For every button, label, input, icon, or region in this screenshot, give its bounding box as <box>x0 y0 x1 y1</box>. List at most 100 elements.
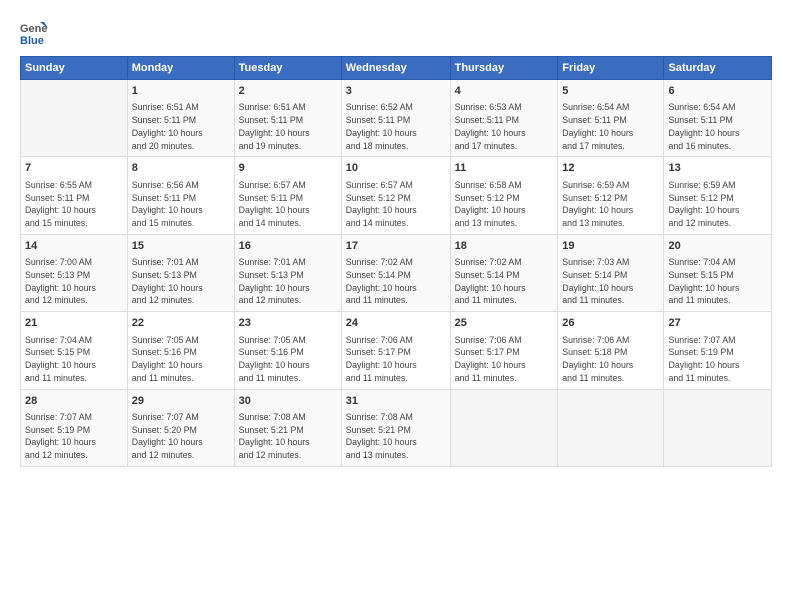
day-number: 29 <box>132 394 230 409</box>
day-number: 1 <box>132 84 230 99</box>
col-header-monday: Monday <box>127 57 234 80</box>
day-cell: 13Sunrise: 6:59 AMSunset: 5:12 PMDayligh… <box>664 157 772 234</box>
day-cell: 15Sunrise: 7:01 AMSunset: 5:13 PMDayligh… <box>127 234 234 311</box>
content-line: and 16 minutes. <box>668 140 767 153</box>
day-cell: 24 Sunrise: 7:06 AMSunset: 5:17 PMDayligh… <box>341 312 450 389</box>
day-content: Sunrise: 6:59 AMSunset: 5:12 PMDaylight:… <box>562 179 659 230</box>
day-content: Sunrise: 6:51 AMSunset: 5:11 PMDaylight:… <box>239 101 337 152</box>
content-line: Sunrise: 6:59 AM <box>668 179 767 192</box>
content-line: Daylight: 10 hours <box>346 204 446 217</box>
day-number: 3 <box>346 84 446 99</box>
day-cell: 23Sunrise: 7:05 AMSunset: 5:16 PMDayligh… <box>234 312 341 389</box>
day-number: 26 <box>562 316 659 331</box>
day-cell <box>21 80 128 157</box>
content-line: Daylight: 10 hours <box>25 282 123 295</box>
content-line: Sunrise: 6:58 AM <box>455 179 554 192</box>
day-number: 16 <box>239 239 337 254</box>
content-line: Sunset: 5:11 PM <box>668 114 767 127</box>
day-number: 9 <box>239 161 337 176</box>
content-line: Sunset: 5:21 PM <box>239 424 337 437</box>
content-line: and 11 minutes. <box>668 294 767 307</box>
content-line: Sunset: 5:11 PM <box>455 114 554 127</box>
content-line: and 15 minutes. <box>25 217 123 230</box>
day-content: Sunrise: 7:07 AMSunset: 5:19 PMDaylight:… <box>668 334 767 385</box>
day-number: 7 <box>25 161 123 176</box>
content-line: Sunrise: 7:08 AM <box>346 411 446 424</box>
day-number: 24 <box>346 316 446 331</box>
content-line: Daylight: 10 hours <box>562 127 659 140</box>
content-line: Daylight: 10 hours <box>668 204 767 217</box>
day-content: Sunrise: 7:05 AMSunset: 5:16 PMDaylight:… <box>132 334 230 385</box>
content-line: Sunrise: 7:04 AM <box>25 334 123 347</box>
day-number: 13 <box>668 161 767 176</box>
day-content: Sunrise: 7:01 AMSunset: 5:13 PMDaylight:… <box>132 256 230 307</box>
content-line: Sunrise: 7:00 AM <box>25 256 123 269</box>
day-content: Sunrise: 7:06 AMSunset: 5:18 PMDaylight:… <box>562 334 659 385</box>
day-cell: 22Sunrise: 7:05 AMSunset: 5:16 PMDayligh… <box>127 312 234 389</box>
content-line: Sunrise: 6:56 AM <box>132 179 230 192</box>
content-line: Sunrise: 6:52 AM <box>346 101 446 114</box>
content-line: Sunset: 5:16 PM <box>239 346 337 359</box>
content-line: and 11 minutes. <box>239 372 337 385</box>
day-cell: 5Sunrise: 6:54 AMSunset: 5:11 PMDaylight… <box>558 80 664 157</box>
content-line: Daylight: 10 hours <box>239 127 337 140</box>
day-content: Sunrise: 7:07 AMSunset: 5:19 PMDaylight:… <box>25 411 123 462</box>
content-line: Sunset: 5:16 PM <box>132 346 230 359</box>
day-number: 11 <box>455 161 554 176</box>
day-content: Sunrise: 7:06 AMSunset: 5:17 PMDaylight:… <box>455 334 554 385</box>
day-cell: 26 Sunrise: 7:06 AMSunset: 5:18 PMDayligh… <box>558 312 664 389</box>
day-number: 18 <box>455 239 554 254</box>
content-line: and 12 minutes. <box>25 449 123 462</box>
content-line: Sunset: 5:14 PM <box>455 269 554 282</box>
day-content: Sunrise: 7:02 AMSunset: 5:14 PMDaylight:… <box>346 256 446 307</box>
day-number: 17 <box>346 239 446 254</box>
content-line: Sunrise: 6:54 AM <box>668 101 767 114</box>
content-line: Daylight: 10 hours <box>132 204 230 217</box>
content-line: Sunset: 5:14 PM <box>562 269 659 282</box>
content-line: Sunset: 5:19 PM <box>668 346 767 359</box>
day-content: Sunrise: 6:56 AMSunset: 5:11 PMDaylight:… <box>132 179 230 230</box>
content-line: Daylight: 10 hours <box>346 436 446 449</box>
day-number: 10 <box>346 161 446 176</box>
day-cell: 17 Sunrise: 7:02 AMSunset: 5:14 PMDayligh… <box>341 234 450 311</box>
day-number: 25 <box>455 316 554 331</box>
content-line: Daylight: 10 hours <box>346 359 446 372</box>
content-line: Sunset: 5:18 PM <box>562 346 659 359</box>
day-content: Sunrise: 7:05 AMSunset: 5:16 PMDaylight:… <box>239 334 337 385</box>
day-number: 19 <box>562 239 659 254</box>
content-line: Sunrise: 7:08 AM <box>239 411 337 424</box>
content-line: Sunset: 5:11 PM <box>346 114 446 127</box>
content-line: and 17 minutes. <box>562 140 659 153</box>
day-cell: 1Sunrise: 6:51 AMSunset: 5:11 PMDaylight… <box>127 80 234 157</box>
day-content: Sunrise: 7:06 AMSunset: 5:17 PMDaylight:… <box>346 334 446 385</box>
content-line: and 15 minutes. <box>132 217 230 230</box>
content-line: Sunset: 5:11 PM <box>132 114 230 127</box>
content-line: Daylight: 10 hours <box>455 359 554 372</box>
content-line: and 19 minutes. <box>239 140 337 153</box>
day-cell: 16Sunrise: 7:01 AMSunset: 5:13 PMDayligh… <box>234 234 341 311</box>
content-line: Sunrise: 7:01 AM <box>239 256 337 269</box>
content-line: Daylight: 10 hours <box>562 359 659 372</box>
content-line: and 13 minutes. <box>346 449 446 462</box>
content-line: Daylight: 10 hours <box>346 282 446 295</box>
content-line: Sunrise: 7:03 AM <box>562 256 659 269</box>
content-line: Daylight: 10 hours <box>455 282 554 295</box>
content-line: and 11 minutes. <box>562 372 659 385</box>
day-cell: 18Sunrise: 7:02 AMSunset: 5:14 PMDayligh… <box>450 234 558 311</box>
col-header-thursday: Thursday <box>450 57 558 80</box>
day-number: 30 <box>239 394 337 409</box>
content-line: Sunrise: 7:06 AM <box>346 334 446 347</box>
content-line: and 11 minutes. <box>455 372 554 385</box>
content-line: Sunrise: 7:07 AM <box>132 411 230 424</box>
content-line: Sunrise: 6:59 AM <box>562 179 659 192</box>
day-cell: 2Sunrise: 6:51 AMSunset: 5:11 PMDaylight… <box>234 80 341 157</box>
day-cell: 14Sunrise: 7:00 AMSunset: 5:13 PMDayligh… <box>21 234 128 311</box>
day-content: Sunrise: 7:08 AMSunset: 5:21 PMDaylight:… <box>346 411 446 462</box>
day-number: 12 <box>562 161 659 176</box>
logo: General Blue <box>20 18 52 46</box>
col-header-sunday: Sunday <box>21 57 128 80</box>
content-line: Sunset: 5:11 PM <box>239 192 337 205</box>
svg-text:Blue: Blue <box>20 35 44 46</box>
content-line: Sunrise: 6:54 AM <box>562 101 659 114</box>
content-line: Sunrise: 6:51 AM <box>239 101 337 114</box>
